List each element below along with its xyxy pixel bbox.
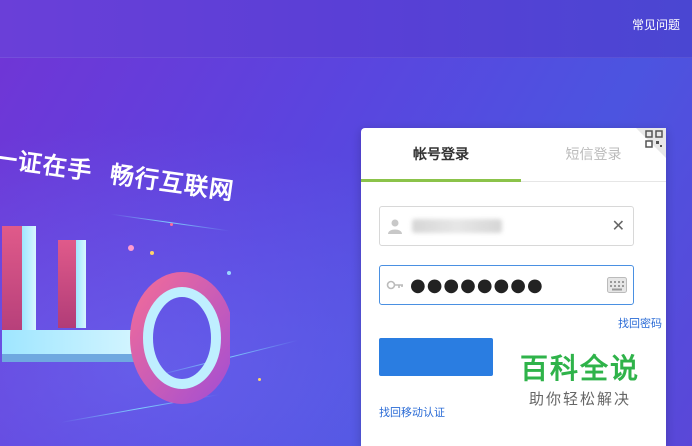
watermark-subtitle: 助你轻松解决 [528,390,631,408]
active-tab-indicator [361,179,521,182]
qr-code-icon[interactable] [645,130,663,148]
recover-mobile-auth-link[interactable]: 找回移动认证 [379,404,445,420]
login-button[interactable] [379,338,493,376]
login-tabs: 帐号登录 短信登录 [361,128,666,182]
watermark: 百科全说 助你轻松解决 [510,352,650,409]
key-icon [386,280,403,290]
clear-input-button[interactable]: ✕ [612,216,625,236]
user-icon [388,219,402,234]
faq-link[interactable]: 常见问题 [632,16,680,33]
username-value-blurred [412,219,502,233]
top-bar: 常见问题 [0,0,692,58]
watermark-title: 百科全说 [519,352,640,385]
decorative-dot [258,378,261,381]
tab-account-login[interactable]: 帐号登录 [361,128,521,182]
slogan-part-2: 畅行互联网 [108,160,236,206]
forgot-password-link[interactable]: 找回密码 [618,315,662,331]
password-masked-value: ●●●●●●●● [410,275,544,296]
password-field[interactable]: ●●●●●●●● [379,265,634,305]
keyboard-icon[interactable] [607,277,627,293]
username-field[interactable]: ✕ [379,206,634,246]
key-illustration [2,226,230,404]
hero-slogan: 一证在手 畅行互联网 [0,138,237,206]
slogan-part-1: 一证在手 [0,143,95,186]
